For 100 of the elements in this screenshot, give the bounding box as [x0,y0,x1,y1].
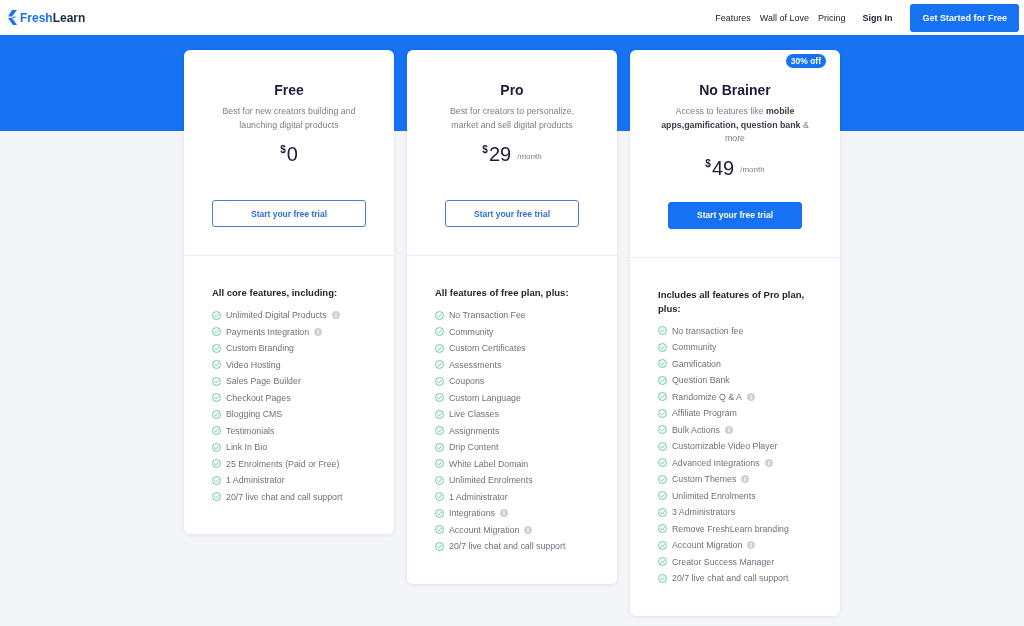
feature-text: Live Classes [449,409,499,420]
feature-text: Assignments [449,425,500,436]
feature-text: 25 Enrolments (Paid or Free) [226,458,340,469]
check-circle-icon [658,491,667,501]
check-circle-icon [212,426,221,436]
get-started-button[interactable]: Get Started for Free [910,3,1019,32]
feature-text: 1 Administrator [449,491,508,502]
check-circle-icon [658,392,667,402]
feature-text: Blogging CMS [226,409,283,420]
feature-text: Assessments [449,359,502,370]
feature-text: Integrations [449,508,495,519]
feature-text: Bulk Actions [672,424,720,435]
check-circle-icon [658,441,667,451]
check-circle-icon [658,573,667,583]
feature-text: Custom Certificates [449,343,526,354]
price-amount: 0 [286,142,298,166]
feature-text: Video Hosting [226,359,281,370]
discount-badge: 30% off [785,54,826,68]
plan-name: Pro [500,81,524,100]
plan-name: No Brainer [699,81,771,100]
start-trial-button[interactable]: Start your free trial [212,200,366,227]
logo-link[interactable]: FreshLearn [8,10,86,25]
billing-period: /month [517,151,542,161]
check-circle-icon [435,541,444,551]
price-amount: 49 [711,155,735,180]
check-circle-icon [658,408,667,418]
feature-text: Account Migration [672,540,743,551]
check-circle-icon [435,525,444,535]
feature-text: No transaction fee [672,325,744,336]
check-circle-icon [435,310,444,320]
plan-name: Free [274,81,304,100]
check-circle-icon [435,426,444,436]
feature-text: 20/7 live chat and call support [449,541,566,552]
check-circle-icon [212,360,221,370]
nav-link[interactable]: Pricing [817,12,846,23]
check-circle-icon [435,492,444,502]
feature-text: Affiliate Program [672,408,737,419]
check-circle-icon [212,475,221,485]
check-circle-icon [212,343,221,353]
feature-text: Custom Branding [226,343,294,354]
check-circle-icon [435,508,444,518]
feature-text: Gamification [672,358,721,369]
feature-text: Account Migration [449,524,520,535]
feature-text: White Label Domain [449,458,529,469]
check-circle-icon [212,459,221,469]
check-circle-icon [435,376,444,386]
feature-text: Customizable Video Player [672,441,778,452]
check-circle-icon [658,342,667,352]
check-circle-icon [658,375,667,385]
feature-text: Unlimited Enrolments [449,475,533,486]
check-circle-icon [212,376,221,386]
feature-text: Coupons [449,376,485,387]
feature-text: Community [672,342,717,353]
feature-text: Randomize Q & A [672,391,742,402]
feature-text: 3 Administrators [672,507,736,518]
feature-text: Sales Page Builder [226,376,301,387]
start-trial-button[interactable]: Start your free trial [445,200,579,227]
check-circle-icon [212,310,221,320]
check-circle-icon [435,459,444,469]
currency-symbol: $ [705,157,711,170]
check-circle-icon [435,343,444,353]
feature-text: Question Bank [672,375,730,386]
billing-period: /month [740,165,765,174]
nav-link[interactable]: Wall of Love [759,12,809,23]
check-circle-icon [435,327,444,337]
check-circle-icon [658,507,667,517]
currency-symbol: $ [482,144,488,156]
check-circle-icon [435,393,444,403]
feature-text: No Transaction Fee [449,310,526,321]
check-circle-icon [658,540,667,550]
logo-icon [8,10,17,25]
check-circle-icon [435,475,444,485]
check-circle-icon [435,409,444,419]
check-circle-icon [658,458,667,468]
plan-description: Best for creators to personalize, market and sell digital products [448,105,576,132]
check-circle-icon [658,326,667,336]
feature-text: Testimonials [226,425,275,436]
feature-text: Remove FreshLearn branding [672,523,789,534]
plan-description: Best for new creators building and launching digital products [221,105,357,132]
check-circle-icon [212,442,221,452]
plan-description: Access to features like mobile apps,gamification, question bank & more [660,105,810,145]
currency-symbol: $ [280,144,286,156]
features-heading: Includes all features of Pro plan, plus: [658,287,806,316]
check-circle-icon [658,474,667,484]
check-circle-icon [212,393,221,403]
features-heading: All features of free plan, plus: [435,286,570,300]
start-trial-button[interactable]: Start your free trial [668,201,802,229]
nav-link[interactable]: Features [715,12,751,23]
feature-text: Payments Integration [226,326,310,337]
feature-text: Link In Bio [226,442,268,453]
check-circle-icon [212,327,221,337]
feature-text: Unlimited Digital Products [226,310,327,321]
feature-text: 20/7 live chat and call support [226,491,343,502]
check-circle-icon [658,359,667,369]
check-circle-icon [212,492,221,502]
features-heading: All core features, including: [212,286,339,300]
feature-text: Drip Content [449,442,499,453]
feature-text: Advanced Integrations [672,457,760,468]
feature-text: Custom Language [449,392,521,403]
price-amount: 29 [488,142,512,166]
